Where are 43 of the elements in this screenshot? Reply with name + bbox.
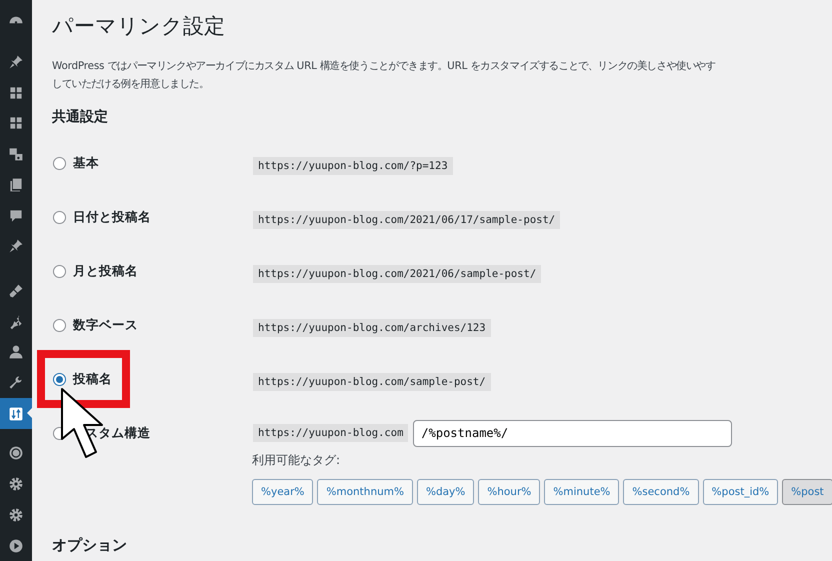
url-example: https://yuupon-blog.com/?p=123 bbox=[253, 156, 453, 174]
section-heading: オプション bbox=[52, 535, 128, 555]
radio-option[interactable]: 数字ベース bbox=[53, 316, 253, 334]
pin-icon bbox=[8, 238, 24, 254]
gear-icon bbox=[8, 506, 24, 523]
tag-button[interactable]: %monthnum% bbox=[317, 479, 413, 505]
radio-option[interactable]: 月と投稿名 bbox=[53, 262, 253, 280]
sliders-icon bbox=[8, 406, 24, 422]
section-heading: 共通設定 bbox=[52, 108, 109, 127]
circle-icon bbox=[8, 445, 24, 462]
wrench-icon bbox=[8, 375, 24, 392]
tag-button[interactable]: %year% bbox=[252, 479, 314, 505]
brush-icon bbox=[8, 282, 24, 299]
url-example: https://yuupon-blog.com/archives/123 bbox=[253, 318, 491, 336]
tag-button[interactable]: %second% bbox=[623, 479, 699, 505]
page-title: パーマリンク設定 bbox=[52, 13, 226, 40]
pages-icon bbox=[8, 176, 24, 193]
grid-icon bbox=[8, 84, 24, 101]
description-line: していただける例を用意しました。 bbox=[52, 77, 209, 92]
tag-button[interactable]: %hour% bbox=[478, 479, 540, 505]
tags-label: 利用可能なタグ: bbox=[252, 452, 342, 469]
description-line: WordPress ではパーマリンクやアーカイブにカスタム URL 構造を使うことができます。URL をカスタマイズすることで、リンクの美しさや使いやす bbox=[52, 59, 716, 74]
plug-icon bbox=[8, 314, 24, 330]
media-icon bbox=[8, 146, 24, 162]
menu-item[interactable] bbox=[0, 398, 32, 430]
user-icon bbox=[8, 344, 24, 360]
input-field[interactable]: /%postname%/ bbox=[413, 420, 732, 446]
tag-button[interactable]: %minute% bbox=[544, 479, 620, 505]
url-prefix: https://yuupon-blog.com bbox=[253, 424, 408, 442]
tag-button[interactable]: %post bbox=[782, 479, 832, 505]
gear-icon bbox=[8, 476, 24, 492]
radio-option[interactable]: 基本 bbox=[53, 154, 253, 172]
url-example: https://yuupon-blog.com/sample-post/ bbox=[253, 372, 491, 390]
url-example: https://yuupon-blog.com/2021/06/sample-post/ bbox=[253, 264, 542, 282]
url-example: https://yuupon-blog.com/2021/06/17/sample-post/ bbox=[253, 210, 560, 228]
radio-option[interactable]: 投稿名 bbox=[53, 370, 253, 388]
radio-option[interactable]: 日付と投稿名 bbox=[53, 208, 253, 226]
tag-button[interactable]: %day% bbox=[416, 479, 474, 505]
comment-icon bbox=[8, 208, 24, 224]
play-icon bbox=[8, 538, 24, 554]
pin-icon bbox=[8, 54, 24, 70]
tag-button[interactable]: %post_id% bbox=[702, 479, 778, 505]
grid-icon bbox=[8, 115, 24, 132]
